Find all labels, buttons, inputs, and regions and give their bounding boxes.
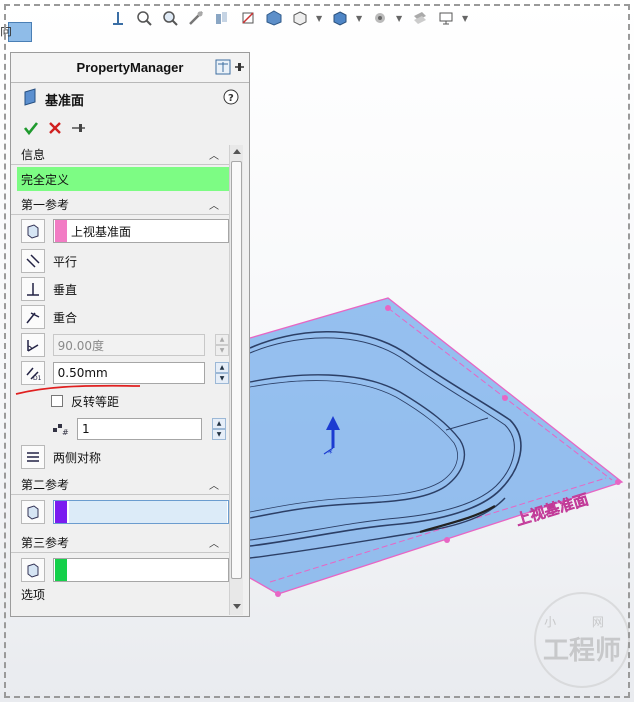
previous-view-icon[interactable]	[186, 8, 206, 28]
plane-feature-icon	[23, 88, 37, 110]
coincident-label: 重合	[53, 310, 78, 325]
triad-mark: *	[328, 449, 333, 459]
zoom-area-icon[interactable]	[160, 8, 180, 28]
offset-distance-input[interactable]: 0.50mm	[52, 362, 206, 384]
third-reference-color-chip	[55, 559, 67, 581]
parallel-label: 平行	[53, 254, 78, 269]
plane-count-icon: #	[51, 420, 69, 439]
chevron-down-icon[interactable]: ▼	[356, 14, 364, 23]
scroll-down-icon[interactable]	[233, 604, 241, 609]
property-manager-body: 信息 ︿ 完全定义 第一参考 ︿ 上视基准面 平行 垂直 重合 90.00度 ▲…	[11, 145, 249, 616]
action-buttons	[11, 115, 249, 143]
keep-visible-pin-icon[interactable]	[71, 120, 87, 139]
plane-handle[interactable]	[444, 537, 450, 543]
mid-plane-button[interactable]	[21, 445, 45, 469]
reference-entity-icon	[21, 500, 45, 524]
plane-handle[interactable]	[385, 305, 391, 311]
scrollbar-thumb[interactable]	[231, 161, 242, 579]
feature-header: 基准面 ?	[11, 83, 249, 115]
angle-spinner[interactable]: ▲ ▼	[215, 334, 229, 356]
heads-up-toolbar: ▼ ▼ ▼ ▼	[108, 6, 470, 30]
third-reference-selection[interactable]	[53, 558, 229, 582]
view-orientation-icon[interactable]	[108, 8, 128, 28]
plane-handle[interactable]	[615, 479, 621, 485]
offset-distance-spinner[interactable]: ▲ ▼	[215, 362, 229, 384]
reference-entity-icon	[21, 219, 45, 243]
annotation-underline	[15, 384, 141, 395]
first-reference-value: 上视基准面	[71, 224, 132, 239]
display-style-icon[interactable]	[264, 8, 284, 28]
hide-show-icon[interactable]	[290, 8, 310, 28]
window-corner-text: 向	[0, 24, 13, 38]
chevron-down-icon[interactable]: ▼	[396, 14, 404, 23]
section-second-reference-title: 第二参考	[21, 478, 70, 492]
help-icon[interactable]: ?	[223, 89, 239, 109]
section-first-reference-header[interactable]: 第一参考 ︿	[11, 195, 229, 215]
view-selector-icon[interactable]	[238, 8, 258, 28]
chevron-down-icon[interactable]: ▼	[462, 14, 470, 23]
perpendicular-button[interactable]	[21, 277, 45, 301]
watermark-top: 小 网	[544, 615, 620, 629]
chevron-up-icon[interactable]: ︿	[209, 147, 219, 162]
panel-scrollbar[interactable]	[229, 145, 243, 615]
property-manager-panel: PropertyManager 基准面 ? 信息 ︿ 完全定义 第一参考 ︿ 上…	[10, 52, 250, 617]
section-options-title: 选项	[21, 587, 46, 602]
second-reference-selection[interactable]	[53, 500, 229, 524]
plane-count-spinner[interactable]: ▲ ▼	[212, 418, 226, 440]
pin-icon[interactable]	[233, 59, 245, 78]
mid-plane-label: 两侧对称	[53, 450, 102, 465]
svg-text:D1: D1	[33, 375, 41, 381]
section-options-header[interactable]: 选项	[11, 587, 229, 602]
status-text: 完全定义	[21, 172, 70, 187]
section-info-header[interactable]: 信息 ︿	[11, 145, 229, 165]
section-third-reference-title: 第三参考	[21, 536, 70, 550]
svg-text:?: ?	[228, 93, 234, 104]
plane-handle[interactable]	[502, 395, 508, 401]
watermark-main: 工程师	[542, 636, 621, 666]
section-view-icon[interactable]	[212, 8, 232, 28]
zoom-to-fit-icon[interactable]	[134, 8, 154, 28]
section-info-title: 信息	[21, 148, 46, 162]
chevron-up-icon[interactable]: ︿	[209, 197, 219, 212]
plane-count-input[interactable]: 1	[77, 418, 202, 440]
first-reference-color-chip	[55, 220, 67, 242]
section-second-reference-header[interactable]: 第二参考 ︿	[11, 475, 229, 495]
section-third-reference-header[interactable]: 第三参考 ︿	[11, 533, 229, 553]
status-message: 完全定义	[17, 167, 229, 191]
watermark-logo: 小 网 工程师	[534, 592, 630, 688]
cancel-button[interactable]	[47, 120, 63, 139]
coincident-button[interactable]	[21, 305, 45, 329]
display-icon[interactable]	[436, 8, 456, 28]
perpendicular-label: 垂直	[53, 282, 78, 297]
ok-button[interactable]	[23, 120, 39, 139]
plane-handle[interactable]	[275, 591, 281, 597]
angle-button[interactable]	[21, 333, 45, 357]
angle-input[interactable]: 90.00度	[52, 334, 206, 356]
parallel-button[interactable]	[21, 249, 45, 273]
scroll-up-icon[interactable]	[233, 149, 241, 154]
property-manager-title: PropertyManager	[76, 60, 184, 75]
apply-scene-icon[interactable]	[370, 8, 390, 28]
first-reference-selection[interactable]: 上视基准面	[53, 219, 229, 243]
property-manager-header: PropertyManager	[11, 53, 249, 83]
panel-expand-icon[interactable]	[215, 59, 231, 78]
chevron-down-icon[interactable]: ▼	[316, 14, 324, 23]
chevron-up-icon[interactable]: ︿	[209, 477, 219, 492]
svg-text:#: #	[62, 428, 69, 436]
view-settings-icon[interactable]	[410, 8, 430, 28]
reference-entity-icon	[21, 558, 45, 582]
chevron-up-icon[interactable]: ︿	[209, 535, 219, 550]
second-reference-color-chip	[55, 501, 67, 523]
edit-appearance-icon[interactable]	[330, 8, 350, 28]
section-first-reference-title: 第一参考	[21, 198, 70, 212]
feature-name: 基准面	[45, 93, 85, 109]
offset-distance-button[interactable]: D1	[21, 361, 45, 385]
